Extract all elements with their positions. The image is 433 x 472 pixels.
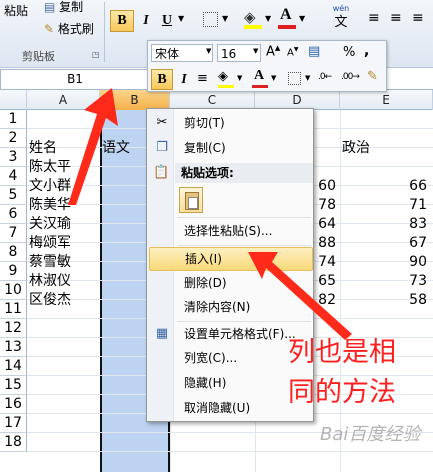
annotation-line-1: 列也是相 xyxy=(288,337,396,368)
annotation-line-2: 同的方法 xyxy=(288,377,396,408)
annotation-note: 列也是相 同的方法 xyxy=(288,333,396,413)
watermark: Bai百度经验 xyxy=(320,424,421,445)
arrow-to-column-header xyxy=(68,88,118,205)
arrow-to-insert-item xyxy=(248,252,352,340)
